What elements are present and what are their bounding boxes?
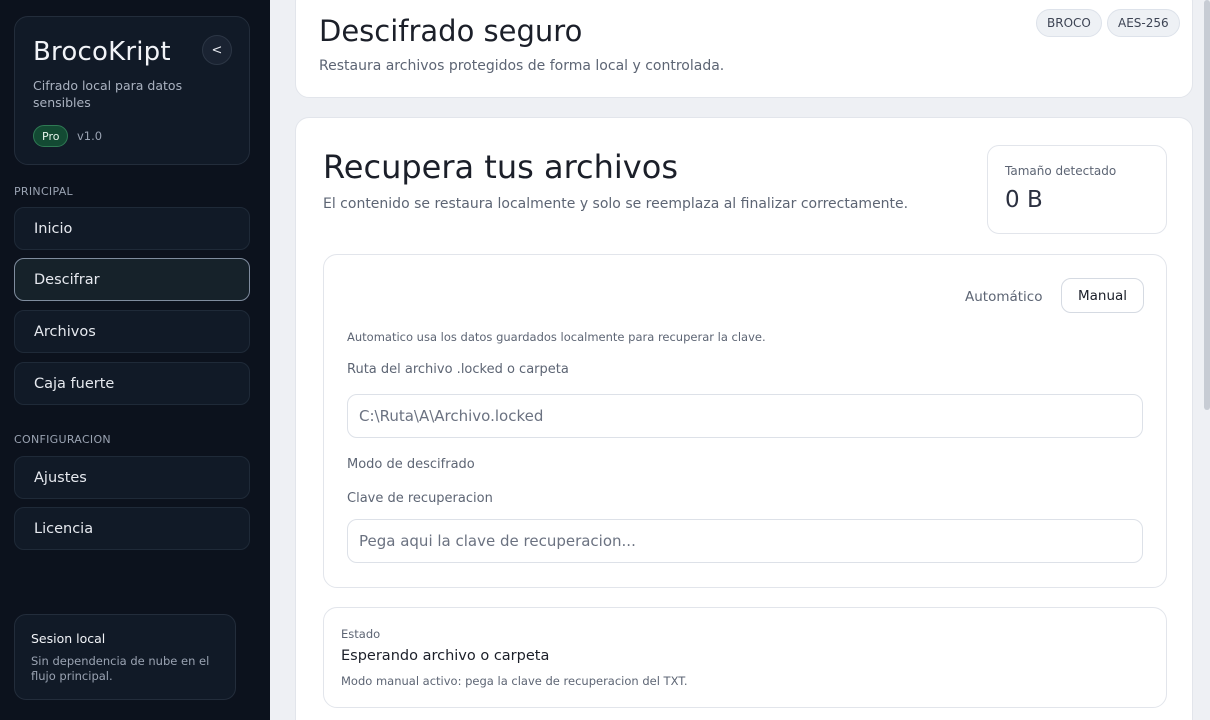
sidebar: BrocoKript < Cifrado local para datos se… xyxy=(0,0,270,720)
tag-aes-256: AES-256 xyxy=(1107,9,1180,37)
page-title: Descifrado seguro xyxy=(319,14,583,48)
detected-size-label: Tamaño detectado xyxy=(1005,164,1117,178)
recovery-key-label: Clave de recuperacion xyxy=(347,491,493,506)
page-subtitle: Restaura archivos protegidos de forma lo… xyxy=(319,58,725,74)
path-input[interactable] xyxy=(347,394,1143,438)
status-value: Esperando archivo o carpeta xyxy=(341,648,550,664)
mode-hint: Automatico usa los datos guardados local… xyxy=(347,330,766,344)
session-card: Sesion local Sin dependencia de nube en … xyxy=(14,614,236,700)
recovery-key-input[interactable] xyxy=(347,519,1143,563)
sidebar-item-ajustes[interactable]: Ajustes xyxy=(14,456,250,499)
decrypt-mode-label: Modo de descifrado xyxy=(347,457,475,472)
section-label-configuracion: CONFIGURACION xyxy=(14,433,111,446)
status-note: Modo manual activo: pega la clave de rec… xyxy=(341,674,688,688)
sidebar-item-archivos[interactable]: Archivos xyxy=(14,310,250,353)
sidebar-item-licencia[interactable]: Licencia xyxy=(14,507,250,550)
section-label-principal: PRINCIPAL xyxy=(14,185,73,198)
app-subtitle: Cifrado local para datos sensibles xyxy=(33,78,183,110)
section-title: Recupera tus archivos xyxy=(323,148,678,186)
detected-size-box: Tamaño detectado 0 B xyxy=(987,145,1167,234)
mode-automatic-button[interactable]: Automático xyxy=(965,289,1043,305)
sidebar-item-inicio[interactable]: Inicio xyxy=(14,207,250,250)
decrypt-panel: Recupera tus archivos El contenido se re… xyxy=(295,117,1193,720)
app-title: BrocoKript xyxy=(33,37,171,67)
version-label: v1.0 xyxy=(77,129,103,143)
decrypt-form: Automático Manual Automatico usa los dat… xyxy=(323,254,1167,588)
page-header: Descifrado seguro Restaura archivos prot… xyxy=(295,0,1193,98)
page-scrollbar[interactable] xyxy=(1204,0,1210,410)
session-description: Sin dependencia de nube en el flujo prin… xyxy=(31,654,210,683)
collapse-sidebar-button[interactable]: < xyxy=(202,35,232,65)
tag-broco: BROCO xyxy=(1036,9,1102,37)
mode-manual-button[interactable]: Manual xyxy=(1061,278,1144,313)
plan-badge: Pro xyxy=(33,125,69,147)
section-subtitle: El contenido se restaura localmente y so… xyxy=(323,196,909,212)
sidebar-item-caja-fuerte[interactable]: Caja fuerte xyxy=(14,362,250,405)
status-card: Estado Esperando archivo o carpeta Modo … xyxy=(323,607,1167,708)
path-label: Ruta del archivo .locked o carpeta xyxy=(347,362,569,377)
session-title: Sesion local xyxy=(31,631,106,646)
brand-card: BrocoKript < Cifrado local para datos se… xyxy=(14,16,250,165)
status-label: Estado xyxy=(341,627,381,641)
sidebar-item-descifrar[interactable]: Descifrar xyxy=(14,258,250,301)
detected-size-value: 0 B xyxy=(1005,187,1043,213)
